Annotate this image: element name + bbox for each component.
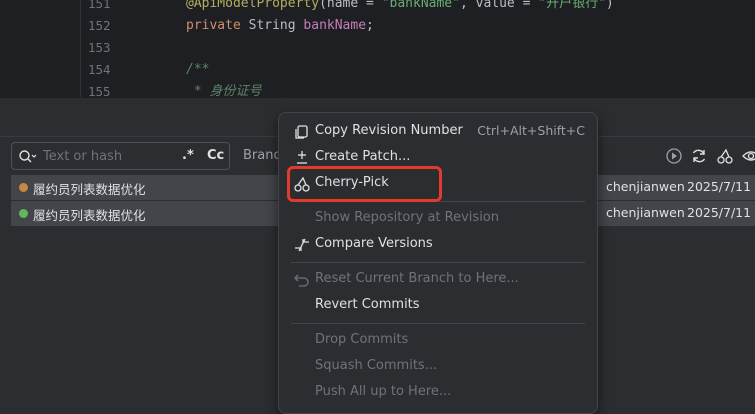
search-placeholder: Text or hash bbox=[43, 149, 123, 164]
code-line: @ApiModelProperty(name = "bankName", val… bbox=[186, 0, 614, 15]
line-number: 151 bbox=[88, 0, 111, 11]
code-token: private bbox=[186, 18, 249, 33]
menu-item-compare-versions[interactable]: Compare Versions bbox=[289, 232, 587, 258]
branch-color-dot bbox=[19, 209, 28, 218]
menu-item-squash-commits[interactable]: Squash Commits... bbox=[289, 354, 587, 380]
code-token: * 身份证号 bbox=[186, 84, 262, 97]
menu-separator bbox=[291, 323, 585, 324]
code-token: String bbox=[248, 18, 304, 33]
code-token: /** bbox=[186, 62, 210, 77]
patch-icon bbox=[297, 151, 307, 164]
search-icon bbox=[19, 150, 37, 163]
reset-icon bbox=[294, 274, 309, 287]
code-line: private String bankName; bbox=[186, 15, 374, 37]
commit-date: 2025/7/11 1 bbox=[687, 179, 755, 194]
menu-item-reset-branch[interactable]: Reset Current Branch to Here... bbox=[289, 267, 587, 293]
code-token: ) bbox=[605, 0, 614, 11]
refresh-icon[interactable] bbox=[690, 147, 708, 165]
code-token: ; bbox=[366, 18, 374, 33]
line-number: 155 bbox=[88, 84, 111, 97]
menu-item-drop-commits[interactable]: Drop Commits bbox=[289, 328, 587, 354]
code-token: , value = bbox=[459, 0, 539, 11]
code-line: * 身份证号 bbox=[186, 81, 262, 97]
code-token: "开户银行" bbox=[538, 0, 606, 11]
commit-date: 2025/7/11 1 bbox=[687, 205, 755, 220]
code-token: (name = bbox=[319, 0, 382, 11]
match-case-toggle[interactable]: Cc bbox=[207, 148, 224, 163]
line-number: 154 bbox=[88, 62, 111, 77]
commit-context-menu: Copy Revision Number Ctrl+Alt+Shift+C Cr… bbox=[278, 112, 598, 414]
line-number: 153 bbox=[88, 40, 111, 55]
menu-separator bbox=[291, 262, 585, 263]
commit-author: chenjianwen bbox=[606, 205, 685, 220]
cherry-pick-highlight-box bbox=[287, 166, 442, 202]
code-token: @ApiModelProperty bbox=[186, 0, 320, 11]
cherry-pick-icon[interactable] bbox=[716, 147, 734, 165]
code-token: "bankName" bbox=[381, 0, 460, 11]
menu-item-show-repository[interactable]: Show Repository at Revision bbox=[289, 206, 587, 232]
commit-author: chenjianwen bbox=[606, 179, 685, 194]
branch-color-dot bbox=[19, 183, 28, 192]
code-token: bankName bbox=[303, 18, 367, 33]
copy-icon bbox=[295, 125, 308, 139]
line-number: 152 bbox=[88, 18, 111, 33]
menu-item-push-all[interactable]: Push All up to Here... bbox=[289, 380, 587, 406]
menu-item-revert-commits[interactable]: Revert Commits bbox=[289, 293, 587, 319]
regex-toggle[interactable]: .* bbox=[182, 148, 194, 163]
play-icon[interactable] bbox=[665, 147, 683, 165]
search-input[interactable]: Text or hash .* Cc bbox=[11, 142, 230, 170]
commit-message: 履约员列表数据优化 bbox=[33, 208, 146, 223]
eye-icon[interactable] bbox=[742, 147, 755, 165]
compare-icon bbox=[295, 238, 309, 252]
menu-item-copy-revision-number[interactable]: Copy Revision Number Ctrl+Alt+Shift+C bbox=[289, 119, 587, 145]
code-editor[interactable]: 151 152 153 154 155 @ApiModelProperty(na… bbox=[0, 0, 755, 97]
code-line: /** bbox=[186, 59, 209, 81]
commit-message: 履约员列表数据优化 bbox=[33, 182, 146, 197]
menu-item-shortcut: Ctrl+Alt+Shift+C bbox=[477, 123, 585, 138]
